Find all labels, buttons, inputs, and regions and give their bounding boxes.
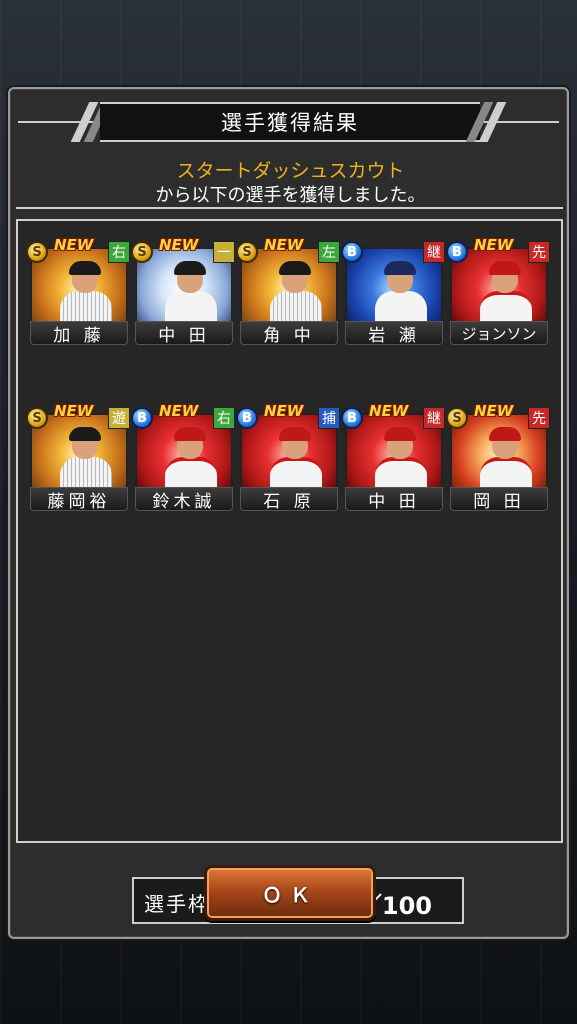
divider — [16, 207, 563, 209]
new-badge: NEW — [264, 402, 304, 420]
rank-b-icon: B — [131, 407, 153, 429]
rank-b-icon: B — [341, 241, 363, 263]
position-badge: 遊 — [108, 407, 130, 429]
dialog-title-bar: 選手獲得結果 — [100, 102, 480, 142]
player-name: 鈴木誠 — [135, 487, 233, 512]
player-name: 中 田 — [135, 321, 233, 346]
new-badge: NEW — [54, 236, 94, 254]
rank-b-icon: B — [446, 241, 468, 263]
player-card[interactable]: S NEW 遊 藤岡裕 — [26, 402, 130, 517]
position-badge: 左 — [318, 241, 340, 263]
rank-s-icon: S — [131, 241, 153, 263]
position-badge: 捕 — [318, 407, 340, 429]
rank-s-icon: S — [26, 407, 48, 429]
player-card[interactable]: B NEW 継 中 田 — [341, 402, 445, 517]
player-name: 加 藤 — [30, 321, 128, 346]
position-badge: 一 — [213, 241, 235, 263]
position-badge: 右 — [108, 241, 130, 263]
player-name: 角 中 — [240, 321, 338, 346]
player-name: 岩 瀬 — [345, 321, 443, 346]
new-badge: NEW — [54, 402, 94, 420]
position-badge: 先 — [528, 241, 550, 263]
position-badge: 右 — [213, 407, 235, 429]
player-card[interactable]: B NEW 捕 石 原 — [236, 402, 340, 517]
new-badge: NEW — [159, 402, 199, 420]
rank-s-icon: S — [446, 407, 468, 429]
player-card[interactable]: B NEW 右 鈴木誠 — [131, 402, 235, 517]
rank-s-icon: S — [26, 241, 48, 263]
player-name: 石 原 — [240, 487, 338, 512]
acquisition-result-dialog: 選手獲得結果 スタートダッシュスカウト から以下の選手を獲得しました。 S NE… — [8, 87, 569, 939]
result-message: から以下の選手を獲得しました。 — [155, 185, 426, 206]
rank-s-icon: S — [236, 241, 258, 263]
new-badge: NEW — [264, 236, 304, 254]
new-badge: NEW — [474, 402, 514, 420]
player-card[interactable]: B NEW 先 ジョンソン — [446, 236, 550, 351]
position-badge: 継 — [423, 407, 445, 429]
rank-b-icon: B — [236, 407, 258, 429]
player-list-panel: S NEW 右 加 藤 S NEW 一 中 田 S NEW 左 角 中 B 継 … — [16, 219, 563, 924]
player-name: ジョンソン — [450, 321, 548, 345]
player-name: 藤岡裕 — [30, 487, 128, 512]
new-badge: NEW — [159, 236, 199, 254]
scout-name: スタートダッシュスカウト — [176, 160, 405, 182]
position-badge: 先 — [528, 407, 550, 429]
new-badge: NEW — [369, 402, 409, 420]
ok-button[interactable]: ＯＫ — [204, 865, 376, 921]
position-badge: 継 — [423, 241, 445, 263]
player-card[interactable]: S NEW 一 中 田 — [131, 236, 235, 351]
player-card[interactable]: B 継 岩 瀬 — [341, 241, 445, 351]
player-card[interactable]: S NEW 先 岡 田 — [446, 402, 550, 517]
rank-b-icon: B — [341, 407, 363, 429]
player-card[interactable]: S NEW 右 加 藤 — [26, 236, 130, 351]
player-name: 岡 田 — [450, 487, 548, 512]
title-decoration-left — [18, 102, 112, 142]
ok-button-label: ＯＫ — [262, 882, 318, 907]
dialog-title: 選手獲得結果 — [221, 111, 359, 135]
player-name: 中 田 — [345, 487, 443, 512]
player-card[interactable]: S NEW 左 角 中 — [236, 236, 340, 351]
title-decoration-right — [465, 102, 559, 142]
new-badge: NEW — [474, 236, 514, 254]
